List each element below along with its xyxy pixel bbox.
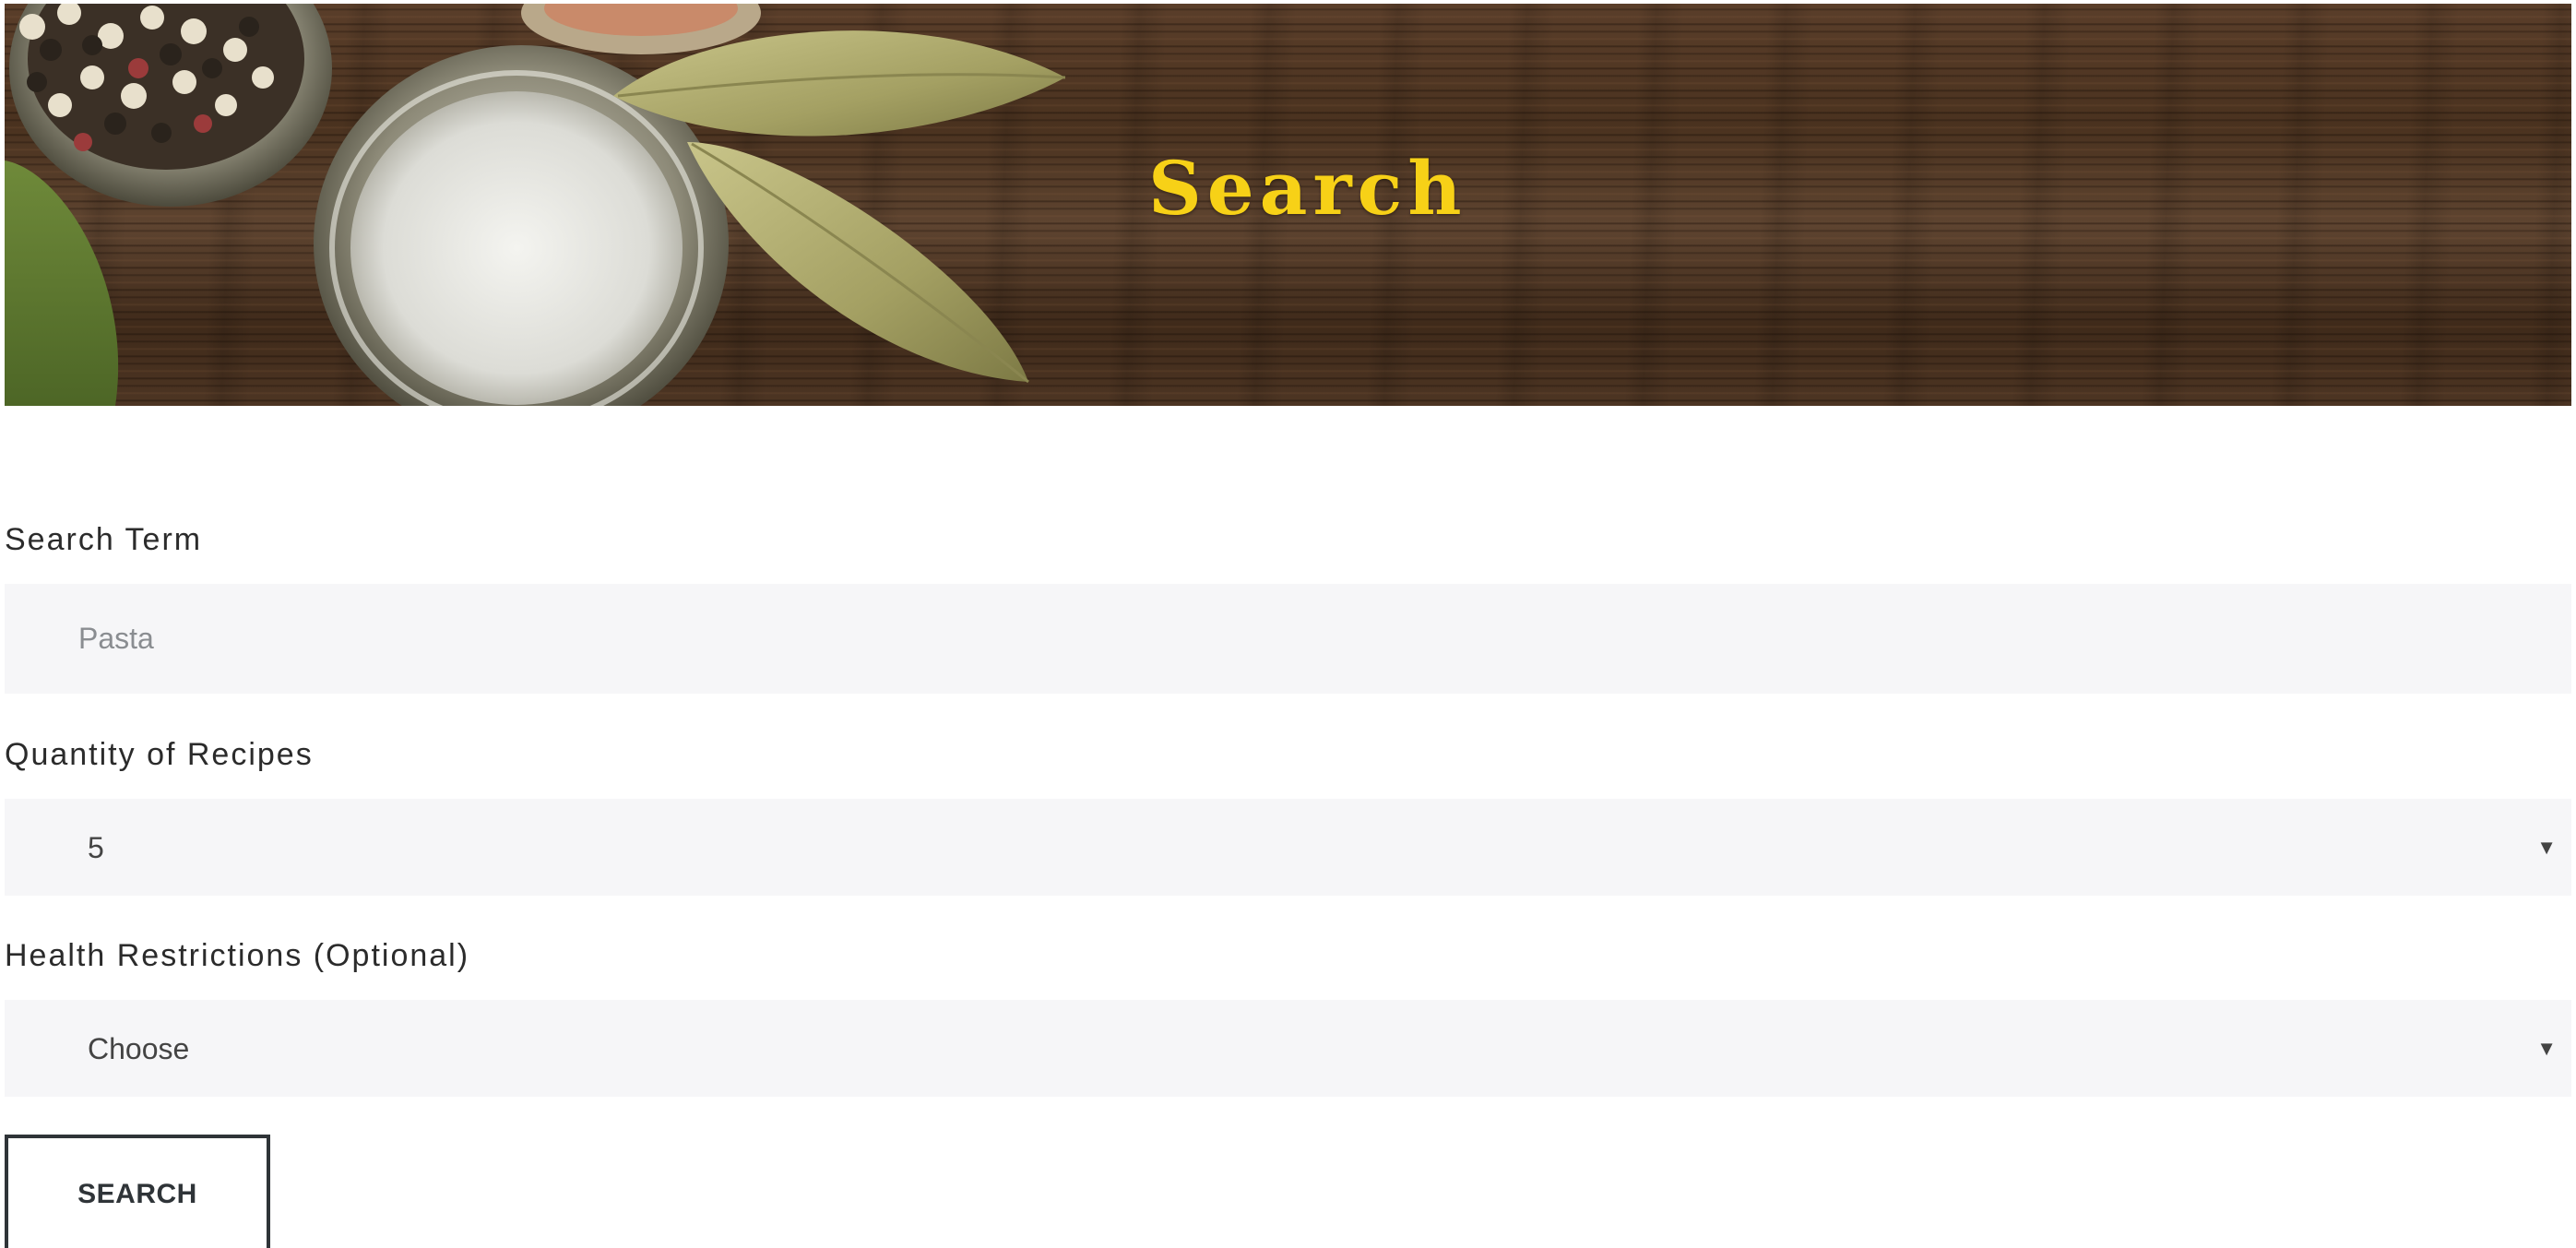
- search-button[interactable]: SEARCH: [5, 1135, 270, 1248]
- search-term-label: Search Term: [5, 522, 203, 557]
- search-term-field: [5, 584, 2571, 694]
- chevron-down-icon: ▼: [2536, 1036, 2557, 1060]
- quantity-selected-value: 5: [88, 830, 104, 864]
- health-selected-value: Choose: [88, 1031, 190, 1065]
- search-term-input[interactable]: [5, 584, 2571, 694]
- quantity-label: Quantity of Recipes: [5, 737, 314, 772]
- quantity-select[interactable]: 5 ▼: [5, 799, 2571, 896]
- chevron-down-icon: ▼: [2536, 835, 2557, 859]
- hero-banner: Search: [5, 4, 2571, 406]
- page-title: Search: [1148, 145, 1467, 232]
- spices-illustration: [5, 4, 1066, 406]
- health-restrictions-select[interactable]: Choose ▼: [5, 1000, 2571, 1097]
- health-restrictions-label: Health Restrictions (Optional): [5, 938, 470, 973]
- search-page: Search Search Term Quantity of Recipes 5…: [0, 0, 2576, 1248]
